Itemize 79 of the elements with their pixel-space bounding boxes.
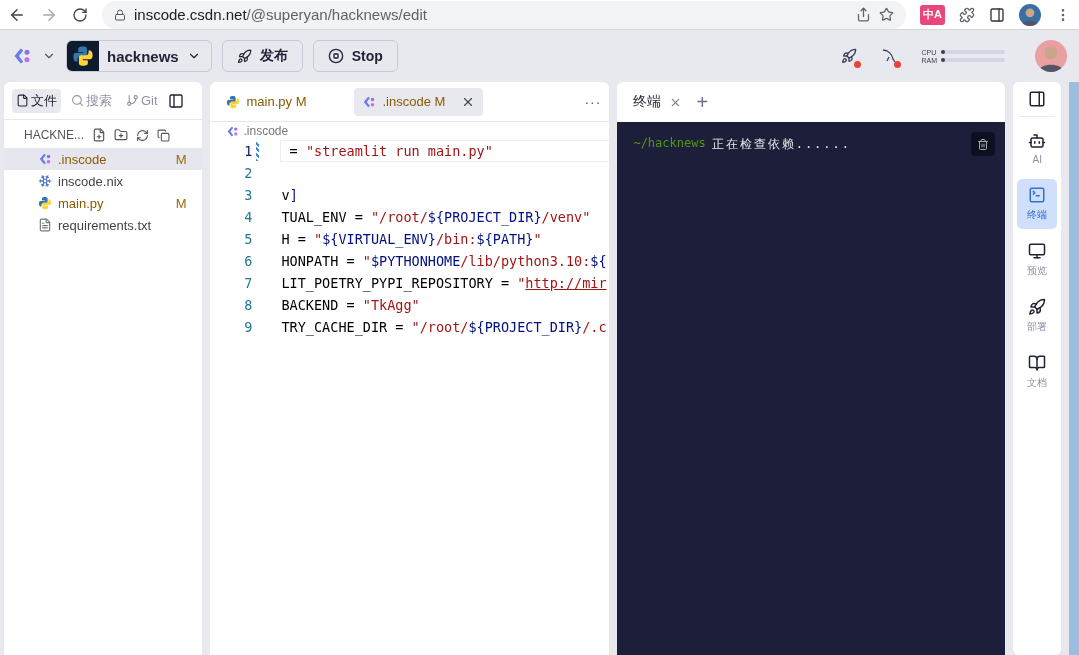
panel-toggle-icon[interactable] bbox=[167, 92, 184, 109]
reload-icon[interactable] bbox=[72, 6, 88, 23]
line-number: 8 bbox=[243, 297, 254, 313]
output-text: 正在检查依赖...... bbox=[711, 136, 852, 153]
snowflake-icon bbox=[38, 174, 52, 188]
user-avatar[interactable] bbox=[1035, 40, 1067, 72]
file-icon bbox=[16, 94, 29, 107]
branch-icon bbox=[126, 94, 139, 107]
file-item[interactable]: main.py M bbox=[4, 192, 203, 214]
line-number: 6 bbox=[243, 253, 254, 269]
python-icon bbox=[226, 94, 241, 109]
code-line: BACKEND = "TkAgg" bbox=[280, 296, 421, 315]
lock-icon bbox=[114, 8, 126, 21]
modified-marker bbox=[256, 141, 260, 161]
code-line: HONPATH = "$PYTHONHOME/lib/python3.10:${ bbox=[280, 252, 608, 271]
logo-icon bbox=[226, 124, 240, 138]
star-icon[interactable] bbox=[879, 7, 895, 22]
python-icon bbox=[38, 196, 52, 210]
more-button[interactable]: ··· bbox=[584, 93, 602, 110]
logo-icon bbox=[362, 94, 377, 109]
file-item[interactable]: inscode.nix bbox=[4, 170, 203, 192]
rail-item[interactable]: 预览 bbox=[1017, 235, 1058, 285]
code-line: H = "${VIRTUAL_ENV}/bin:${PATH}" bbox=[280, 230, 543, 250]
collapse-icon[interactable] bbox=[157, 128, 170, 142]
translate-extension[interactable]: 中A bbox=[920, 4, 945, 25]
publish-button[interactable]: 发布 bbox=[221, 40, 303, 72]
logo-icon bbox=[12, 46, 32, 66]
code-line: TUAL_ENV = "/root/${PROJECT_DIR}/venv" bbox=[280, 208, 592, 228]
line-number: 9 bbox=[243, 319, 254, 335]
line-number: 5 bbox=[243, 231, 254, 247]
line-number: 7 bbox=[243, 275, 254, 291]
refresh-icon[interactable] bbox=[136, 128, 149, 142]
code-line: TRY_CACHE_DIR = "/root/${PROJECT_DIR}/.c bbox=[280, 318, 608, 338]
code-line: = "streamlit run main.py" bbox=[280, 140, 610, 162]
sidebar-tab[interactable]: 文件 bbox=[12, 88, 61, 113]
project-selector[interactable]: hacknews bbox=[66, 40, 212, 72]
file-item[interactable]: requirements.txt bbox=[4, 214, 203, 236]
breadcrumb[interactable]: .inscode bbox=[243, 124, 289, 138]
profile-avatar[interactable] bbox=[1019, 3, 1041, 26]
rail-item[interactable]: 终端 bbox=[1017, 179, 1058, 229]
text-file-icon bbox=[38, 218, 52, 232]
search-icon bbox=[71, 94, 84, 107]
code-line: v] bbox=[280, 186, 299, 205]
rocket-icon bbox=[236, 48, 252, 64]
editor-tab[interactable]: .inscode M bbox=[354, 87, 484, 116]
stop-icon bbox=[327, 48, 344, 64]
rail-item[interactable]: 文档 bbox=[1017, 347, 1058, 397]
clear-button[interactable] bbox=[971, 132, 996, 156]
line-number: 2 bbox=[243, 165, 254, 181]
extensions-icon[interactable] bbox=[959, 6, 975, 23]
new-folder-icon[interactable] bbox=[114, 128, 128, 142]
terminal-tab[interactable]: 终端 bbox=[633, 93, 683, 111]
rail-item[interactable]: 部署 bbox=[1017, 291, 1058, 341]
sidebar-tab[interactable]: 搜索 bbox=[67, 88, 116, 113]
line-number: 3 bbox=[243, 187, 254, 203]
trash-icon bbox=[977, 137, 990, 151]
share-icon[interactable] bbox=[856, 7, 872, 22]
add-terminal-button[interactable]: + bbox=[692, 90, 713, 114]
editor-tab[interactable]: main.py M bbox=[218, 87, 315, 116]
book-icon bbox=[1028, 354, 1047, 372]
line-number: 1 bbox=[243, 143, 254, 159]
side-panel-icon[interactable] bbox=[989, 6, 1005, 23]
project-title: HACKNE... bbox=[24, 128, 84, 142]
logo-icon bbox=[38, 152, 52, 166]
stop-button[interactable]: Stop bbox=[312, 40, 398, 72]
code-line: LIT_POETRY_PYPI_REPOSITORY = "http://mir bbox=[280, 274, 608, 294]
robot-icon bbox=[1028, 131, 1047, 150]
rocket-icon bbox=[1028, 298, 1047, 316]
terminal-icon bbox=[1028, 186, 1047, 204]
python-icon bbox=[72, 45, 94, 67]
sidebar-tab[interactable]: Git bbox=[122, 90, 162, 111]
prompt-text: ~/hacknews bbox=[633, 136, 706, 150]
url-text: inscode.csdn.net/@superyan/hacknews/edit bbox=[134, 6, 427, 23]
file-item[interactable]: .inscode M bbox=[4, 148, 203, 170]
line-number: 4 bbox=[243, 209, 254, 225]
new-file-icon[interactable] bbox=[92, 128, 106, 142]
rail-item[interactable]: AI bbox=[1017, 123, 1058, 173]
monitor-icon bbox=[1028, 242, 1047, 260]
address-bar[interactable]: inscode.csdn.net/@superyan/hacknews/edit bbox=[102, 0, 907, 29]
